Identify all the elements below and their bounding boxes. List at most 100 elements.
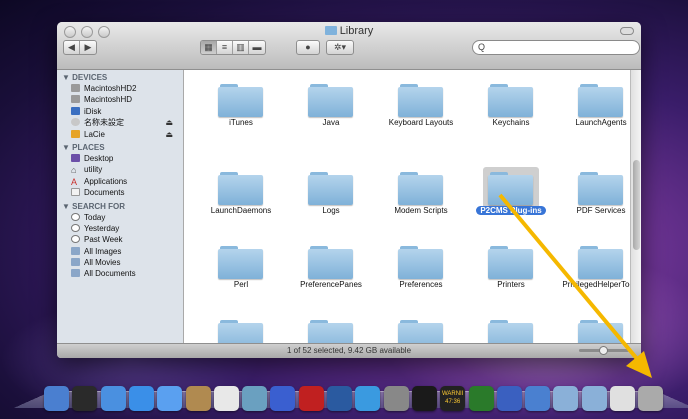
safari2-icon[interactable] — [355, 386, 381, 411]
folder-icon[interactable] — [488, 172, 533, 205]
folder-icon[interactable] — [218, 246, 263, 279]
sidebar-item-untitled-disc[interactable]: 名称未設定 ⏏ — [57, 117, 183, 128]
icon-view-area[interactable]: iTunes Java Keyboard Layouts Keychains Launc… — [184, 70, 630, 343]
folder-item[interactable] — [196, 296, 286, 343]
list-view-icon[interactable]: ≡ — [217, 41, 233, 54]
quicklook-eye-icon[interactable]: ● — [297, 41, 319, 54]
gear-action-icon[interactable]: ✲▾ — [327, 41, 353, 54]
finder2-icon[interactable] — [525, 386, 551, 411]
ichat-icon[interactable] — [157, 386, 183, 411]
icon-view-icon[interactable]: ▦ — [201, 41, 217, 54]
folder-icon[interactable] — [578, 320, 623, 343]
folder-icon[interactable] — [308, 320, 353, 343]
finder-icon[interactable] — [44, 386, 69, 411]
folder-icon[interactable] — [553, 386, 579, 411]
safari-icon[interactable] — [128, 386, 154, 411]
folder-item[interactable]: Java — [286, 74, 376, 148]
clock-icon — [71, 212, 80, 221]
sidebar-item-macintoshhd[interactable]: MacintoshHD — [57, 94, 183, 105]
folder-icon[interactable] — [398, 84, 443, 117]
console-time-text: 47:36 — [445, 399, 461, 405]
folder-icon[interactable] — [308, 84, 353, 117]
folder-icon[interactable] — [488, 320, 533, 343]
sidebar-item-yesterday[interactable]: Yesterday — [57, 223, 183, 234]
folder-icon[interactable] — [488, 84, 533, 117]
console-icon[interactable]: WARNII 47:36 — [440, 386, 466, 411]
eject-icon[interactable]: ⏏ — [165, 129, 173, 140]
xcode-icon[interactable] — [496, 386, 522, 411]
coverflow-view-icon[interactable]: ▬ — [249, 41, 265, 54]
folder-item[interactable]: P2CMS Plug-ins — [466, 148, 556, 222]
search-for-header[interactable]: ▼ SEARCH FOR — [57, 199, 183, 212]
sidebar-item-today[interactable]: Today — [57, 212, 183, 223]
vertical-scrollbar[interactable] — [630, 70, 641, 343]
folder-item[interactable]: PreferencePanes — [286, 222, 376, 296]
ical-icon[interactable] — [213, 386, 239, 411]
photo-icon[interactable] — [298, 386, 324, 411]
activity-monitor-icon[interactable] — [468, 386, 494, 411]
dashboard-icon[interactable] — [72, 386, 98, 411]
folder-item[interactable]: PDF Services — [556, 148, 630, 222]
folder-icon[interactable] — [398, 246, 443, 279]
folder-item[interactable]: iTunes — [196, 74, 286, 148]
system-preferences-icon[interactable] — [383, 386, 409, 411]
address-book-icon[interactable] — [185, 386, 211, 411]
sidebar-item-applications[interactable]: A Applications — [57, 176, 183, 187]
time-machine-icon[interactable] — [327, 386, 352, 411]
eject-icon[interactable]: ⏏ — [165, 117, 173, 128]
documents-stack-icon[interactable] — [610, 386, 635, 411]
folder-icon[interactable] — [218, 84, 263, 117]
folder-item[interactable] — [466, 296, 556, 343]
search-input[interactable]: Q — [472, 40, 640, 55]
folder-item[interactable]: Keyboard Layouts — [376, 74, 466, 148]
sidebar-item-utility[interactable]: ⌂ utility — [57, 164, 183, 175]
trash-icon[interactable] — [638, 386, 664, 411]
folder-item[interactable]: Printers — [466, 222, 556, 296]
folder-icon[interactable] — [308, 246, 353, 279]
terminal-icon[interactable] — [411, 386, 437, 411]
column-view-icon[interactable]: ▥ — [233, 41, 249, 54]
mail-icon[interactable] — [100, 386, 126, 411]
back-icon[interactable]: ◀ — [64, 41, 80, 54]
icon-size-slider[interactable] — [579, 346, 629, 355]
forward-icon[interactable]: ▶ — [80, 41, 96, 54]
folder-icon[interactable] — [398, 320, 443, 343]
sidebar-item-all-documents[interactable]: All Documents — [57, 268, 183, 279]
folder-item[interactable]: LaunchAgents — [556, 74, 630, 148]
folder-icon[interactable] — [578, 172, 623, 205]
slider-knob[interactable] — [599, 346, 608, 355]
sidebar-item-all-movies[interactable]: All Movies — [57, 257, 183, 268]
sidebar-item-desktop[interactable]: Desktop — [57, 153, 183, 164]
folder-item[interactable] — [286, 296, 376, 343]
folder-item[interactable]: Perl — [196, 222, 286, 296]
folder-icon[interactable] — [218, 320, 263, 343]
folder-item[interactable]: Modem Scripts — [376, 148, 466, 222]
folder-item[interactable]: Logs — [286, 148, 376, 222]
folder-icon[interactable] — [308, 172, 353, 205]
folder-item[interactable]: Keychains — [466, 74, 556, 148]
scrollbar-thumb[interactable] — [633, 160, 640, 250]
sidebar-item-all-images[interactable]: All Images — [57, 246, 183, 257]
folder-icon[interactable] — [218, 172, 263, 205]
itunes-icon[interactable] — [270, 386, 296, 411]
preview-icon[interactable] — [242, 386, 268, 411]
folder-item[interactable]: PrivilegedHelperTools — [556, 222, 630, 296]
sidebar-item-idisk[interactable]: iDisk — [57, 106, 183, 117]
toolbar-toggle-button[interactable] — [620, 27, 634, 35]
title-bar[interactable]: Library ◀ ▶ ▦ ≡ ▥ ▬ ● ✲▾ Q — [57, 22, 641, 70]
sidebar-item-macintoshhd2[interactable]: MacintoshHD2 — [57, 83, 183, 94]
folder-item[interactable] — [376, 296, 466, 343]
sidebar-item-past-week[interactable]: Past Week — [57, 234, 183, 245]
places-header[interactable]: ▼ PLACES — [57, 140, 183, 153]
sidebar-item-lacie[interactable]: LaCie ⏏ — [57, 129, 183, 140]
folder-item[interactable]: LaunchDaemons — [196, 148, 286, 222]
folder-icon[interactable] — [488, 246, 533, 279]
folder-icon[interactable] — [578, 246, 623, 279]
devices-header[interactable]: ▼ DEVICES — [57, 70, 183, 83]
folder-icon[interactable] — [398, 172, 443, 205]
folder-item[interactable] — [556, 296, 630, 343]
folder-item[interactable]: Preferences — [376, 222, 466, 296]
downloads-icon[interactable] — [581, 386, 607, 411]
sidebar-item-documents[interactable]: Documents — [57, 187, 183, 198]
folder-icon[interactable] — [578, 84, 623, 117]
